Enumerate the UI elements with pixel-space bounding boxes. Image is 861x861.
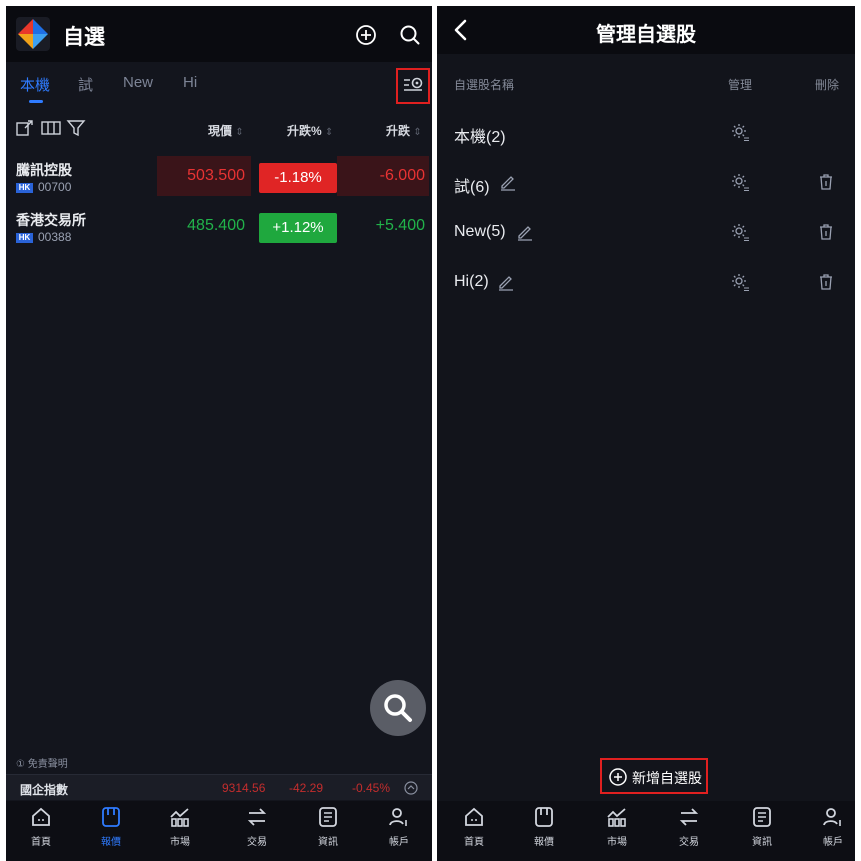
top-bar: 自選 (6, 6, 432, 62)
stock-row[interactable]: 騰訊控股 HK 00700 503.500 -1.18% -6.000 (6, 152, 432, 202)
stock-name: 騰訊控股 (16, 162, 72, 178)
nav-account[interactable]: 帳戶 (374, 805, 424, 848)
bottom-nav: 首頁 報價 市場 交易 資訊 帳戶 (437, 801, 855, 861)
tab-hi[interactable]: Hi (183, 74, 197, 91)
index-change: -42.29 (289, 781, 324, 795)
market-badge: HK (16, 233, 33, 243)
search-icon[interactable] (398, 23, 422, 47)
market-icon (607, 808, 626, 827)
stock-price: 485.400 (187, 217, 245, 234)
trash-icon[interactable] (817, 173, 835, 191)
columns-icon[interactable] (41, 119, 61, 137)
stock-change: +5.400 (375, 217, 425, 234)
pencil-icon[interactable] (497, 273, 515, 291)
add-circle-icon (609, 768, 627, 786)
watchlist-name: New(5) (454, 223, 506, 240)
account-icon (389, 808, 407, 826)
app-logo-icon (16, 17, 50, 51)
export-icon[interactable] (16, 119, 36, 137)
nav-news[interactable]: 資訊 (303, 805, 353, 848)
filter-icon[interactable] (66, 119, 86, 137)
trash-icon[interactable] (817, 223, 835, 241)
disclaimer-link[interactable]: ① 免責聲明 (16, 755, 68, 770)
trade-icon (247, 808, 267, 826)
nav-news[interactable]: 資訊 (737, 805, 787, 848)
add-watchlist-button[interactable]: 新增自選股 (600, 758, 708, 794)
stock-price: 503.500 (157, 156, 251, 196)
add-circle-icon[interactable] (354, 23, 378, 47)
trash-icon[interactable] (817, 273, 835, 291)
pencil-icon[interactable] (499, 173, 517, 191)
watchlist-name: Hi(2) (454, 273, 489, 290)
gear-icon[interactable] (730, 172, 750, 192)
market-badge: HK (16, 183, 33, 193)
gear-icon[interactable] (730, 272, 750, 292)
watchlist-settings-button[interactable] (396, 68, 430, 104)
col-change-pct-header[interactable]: 升跌% ⇕ (287, 122, 333, 139)
watchlist-name: 試(6) (454, 179, 490, 196)
account-icon (823, 808, 841, 826)
watchlist-screen: 自選 本機 試 New Hi 現價 ⇕ 升跌% ⇕ 升跌 ⇕ 騰訊控股 HK 0… (6, 6, 432, 861)
nav-home[interactable]: 首頁 (16, 805, 66, 848)
stock-change-pct: -1.18% (259, 163, 337, 193)
add-watchlist-label: 新增自選股 (632, 770, 702, 786)
tab-new[interactable]: New (123, 74, 153, 91)
pencil-icon[interactable] (516, 223, 534, 241)
market-icon (170, 808, 189, 827)
nav-trade[interactable]: 交易 (664, 805, 714, 848)
home-icon (465, 807, 483, 826)
quote-icon (102, 807, 120, 827)
stock-change: -6.000 (337, 156, 429, 196)
page-title: 管理自選股 (596, 24, 696, 46)
gear-icon[interactable] (730, 122, 750, 142)
stock-code: 00700 (38, 180, 72, 194)
index-value: 9314.56 (222, 781, 266, 795)
col-manage-header: 管理 (728, 78, 753, 92)
manage-watchlists-screen: 管理自選股 自選股名稱 管理 刪除 本機(2) 試(6) New(5) Hi(2… (437, 6, 855, 861)
nav-market[interactable]: 市場 (592, 805, 642, 848)
watchlist-row: New(5) (437, 209, 855, 259)
news-icon (319, 807, 337, 827)
watchlist-name: 本機(2) (454, 129, 506, 146)
index-change-pct: -0.45% (352, 781, 391, 795)
watchlist-tabs: 本機 試 New Hi (6, 74, 432, 108)
watchlist-row: 試(6) (437, 159, 855, 209)
tab-test[interactable]: 試 (78, 74, 93, 95)
stock-row[interactable]: 香港交易所 HK 00388 485.400 +1.12% +5.400 (6, 202, 432, 252)
watchlist-row: 本機(2) (437, 109, 855, 159)
quote-icon (535, 807, 553, 827)
home-icon (32, 807, 50, 826)
col-price-header[interactable]: 現價 ⇕ (208, 122, 244, 139)
index-ticker-bar[interactable]: 國企指數 9314.56 -42.29 -0.45% (6, 774, 432, 800)
chevron-up-circle-icon[interactable] (404, 781, 418, 795)
watchlist-row: Hi(2) (437, 259, 855, 309)
nav-market[interactable]: 市場 (155, 805, 205, 848)
active-tab-indicator (29, 100, 43, 103)
nav-account[interactable]: 帳戶 (808, 805, 855, 848)
page-title: 自選 (63, 26, 105, 49)
trade-icon (679, 808, 699, 826)
col-delete-header: 刪除 (815, 78, 840, 92)
top-bar: 管理自選股 (437, 6, 855, 54)
stock-change-pct: +1.12% (259, 213, 337, 243)
search-icon (384, 694, 412, 722)
stock-name: 香港交易所 (16, 212, 86, 228)
tab-local[interactable]: 本機 (20, 74, 50, 95)
nav-quote[interactable]: 報價 (519, 805, 569, 848)
news-icon (753, 807, 771, 827)
gear-icon[interactable] (730, 222, 750, 242)
col-name-header: 自選股名稱 (454, 78, 515, 92)
col-change-header[interactable]: 升跌 ⇕ (386, 122, 422, 139)
nav-home[interactable]: 首頁 (449, 805, 499, 848)
watchlist-settings-icon (404, 77, 423, 91)
index-name: 國企指數 (20, 783, 69, 797)
search-fab[interactable] (370, 680, 426, 736)
stock-code: 00388 (38, 230, 72, 244)
bottom-nav: 首頁 報價 市場 交易 資訊 帳戶 (6, 801, 432, 861)
nav-trade[interactable]: 交易 (232, 805, 282, 848)
nav-quote[interactable]: 報價 (86, 805, 136, 848)
